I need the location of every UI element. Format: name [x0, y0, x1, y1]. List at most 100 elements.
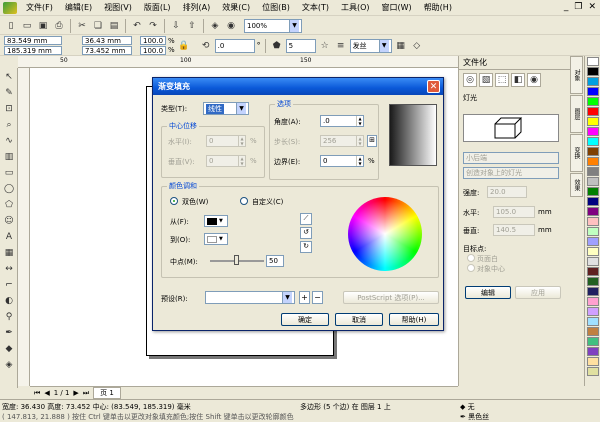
undo-icon[interactable]: ↶: [130, 19, 144, 33]
menu-view[interactable]: 视图(V): [98, 2, 138, 13]
palette-swatch[interactable]: [587, 327, 599, 336]
chevron-down-icon[interactable]: ▼: [236, 103, 246, 114]
palette-swatch[interactable]: [587, 367, 599, 376]
palette-swatch[interactable]: [587, 277, 599, 286]
target-center-radio[interactable]: [467, 264, 475, 272]
chevron-down-icon[interactable]: ▼: [289, 19, 299, 32]
menu-effects[interactable]: 效果(C): [216, 2, 256, 13]
minimize-icon[interactable]: _: [564, 2, 569, 12]
postscript-options-button[interactable]: PostScript 选项(P)...: [343, 291, 439, 304]
cancel-button[interactable]: 取消: [335, 313, 383, 326]
chevron-down-icon[interactable]: ▼: [282, 292, 292, 303]
contour-icon[interactable]: ◎: [463, 73, 477, 87]
redo-icon[interactable]: ↷: [146, 19, 160, 33]
paste-icon[interactable]: ▤: [107, 19, 121, 33]
menu-help[interactable]: 帮助(H): [418, 2, 458, 13]
midpoint-field[interactable]: 50: [266, 255, 284, 267]
ellipse-tool-icon[interactable]: ◯: [1, 181, 17, 196]
lock-steps-icon[interactable]: ⊞: [367, 135, 377, 147]
tab-effects[interactable]: 效果: [570, 173, 583, 197]
palette-swatch[interactable]: [587, 177, 599, 186]
two-color-radio[interactable]: [170, 197, 178, 205]
cut-icon[interactable]: ✂: [75, 19, 89, 33]
launcher-icon[interactable]: ◈: [208, 19, 222, 33]
tab-layers[interactable]: 图层: [570, 95, 583, 133]
polygon-tool-icon[interactable]: ⬠: [1, 197, 17, 212]
menu-file[interactable]: 文件(F): [20, 2, 59, 13]
palette-swatch[interactable]: [587, 297, 599, 306]
ok-button[interactable]: 确定: [281, 313, 329, 326]
extrude-icon[interactable]: ⬚: [495, 73, 509, 87]
counter-clockwise-icon[interactable]: ↺: [300, 227, 312, 239]
palette-swatch[interactable]: [587, 167, 599, 176]
pick-tool-icon[interactable]: ↖: [1, 69, 17, 84]
new-icon[interactable]: ▯: [4, 19, 18, 33]
crop-tool-icon[interactable]: ⊡: [1, 101, 17, 116]
menu-layout[interactable]: 版面(L): [138, 2, 177, 13]
polygon-sides-field[interactable]: 5: [285, 38, 316, 53]
menu-arrange[interactable]: 排列(A): [177, 2, 217, 13]
palette-swatch[interactable]: [587, 227, 599, 236]
menu-window[interactable]: 窗口(W): [376, 2, 418, 13]
clockwise-icon[interactable]: ↻: [300, 241, 312, 253]
lock-ratio-icon[interactable]: 🔒: [177, 39, 191, 53]
close-icon[interactable]: ✕: [588, 2, 596, 12]
palette-swatch[interactable]: [587, 97, 599, 106]
palette-swatch[interactable]: [587, 337, 599, 346]
palette-swatch[interactable]: [587, 307, 599, 316]
fill-tool-icon[interactable]: ◆: [1, 341, 17, 356]
x-position-field[interactable]: 83.549 mm: [4, 36, 62, 45]
menu-bitmaps[interactable]: 位图(B): [256, 2, 296, 13]
export-icon[interactable]: ⇧: [185, 19, 199, 33]
edge-pad-field[interactable]: 0 ▲ ▼: [320, 155, 364, 167]
palette-swatch[interactable]: [587, 207, 599, 216]
intensity-field[interactable]: 20.0: [487, 186, 527, 198]
light-target-combo[interactable]: 创造对象上的灯光: [463, 167, 559, 179]
palette-swatch[interactable]: [587, 117, 599, 126]
lens-icon[interactable]: ◉: [527, 73, 541, 87]
palette-swatch[interactable]: [587, 67, 599, 76]
scale-y-field[interactable]: 100.0: [140, 46, 166, 55]
convert-curves-icon[interactable]: ◇: [410, 39, 424, 53]
first-page-icon[interactable]: ⏮: [34, 389, 40, 398]
page-tab[interactable]: 页 1: [93, 387, 121, 399]
envelope-icon[interactable]: ▧: [479, 73, 493, 87]
menu-edit[interactable]: 编辑(E): [59, 2, 98, 13]
dialog-title-bar[interactable]: 渐变填充: [153, 78, 443, 95]
interactive-fill-icon[interactable]: ◈: [1, 357, 17, 372]
copy-icon[interactable]: ❏: [91, 19, 105, 33]
outline-tool-icon[interactable]: ✒: [1, 325, 17, 340]
palette-swatch[interactable]: [587, 347, 599, 356]
apply-button[interactable]: 应用: [515, 286, 561, 299]
outline-width-combo[interactable]: 发丝 ▼: [349, 38, 392, 53]
custom-radio[interactable]: [240, 197, 248, 205]
direct-path-icon[interactable]: ⟋: [300, 213, 312, 225]
edit-button[interactable]: 编辑: [465, 286, 511, 299]
palette-swatch[interactable]: [587, 317, 599, 326]
from-color-picker[interactable]: ▼: [204, 215, 228, 227]
color-wheel[interactable]: [348, 197, 422, 271]
palette-swatch[interactable]: [587, 237, 599, 246]
midpoint-slider-thumb[interactable]: [234, 255, 239, 265]
help-button[interactable]: 帮助(H): [389, 313, 439, 326]
palette-swatch[interactable]: [587, 187, 599, 196]
palette-swatch[interactable]: [587, 257, 599, 266]
zoom-combo[interactable]: 100% ▼: [244, 18, 302, 33]
blend-tool-icon[interactable]: ◐: [1, 293, 17, 308]
palette-swatch[interactable]: [587, 357, 599, 366]
prev-page-icon[interactable]: ◀: [44, 389, 49, 397]
palette-swatch[interactable]: [587, 197, 599, 206]
gradient-preview[interactable]: [389, 104, 437, 166]
y-position-field[interactable]: 185.319 mm: [4, 46, 62, 55]
wrap-icon[interactable]: ▦: [394, 39, 408, 53]
text-tool-icon[interactable]: A: [1, 229, 17, 244]
close-icon[interactable]: ✕: [427, 80, 440, 93]
tab-objects[interactable]: 对象: [570, 56, 583, 94]
add-preset-icon[interactable]: +: [299, 291, 310, 304]
steps-field[interactable]: 256 ▲ ▼: [320, 135, 364, 147]
rotate-icon[interactable]: ⟲: [199, 39, 213, 53]
dimension-tool-icon[interactable]: ↔: [1, 261, 17, 276]
palette-swatch[interactable]: [587, 137, 599, 146]
smart-fill-icon[interactable]: ▥: [1, 149, 17, 164]
restore-icon[interactable]: ❐: [574, 2, 582, 12]
